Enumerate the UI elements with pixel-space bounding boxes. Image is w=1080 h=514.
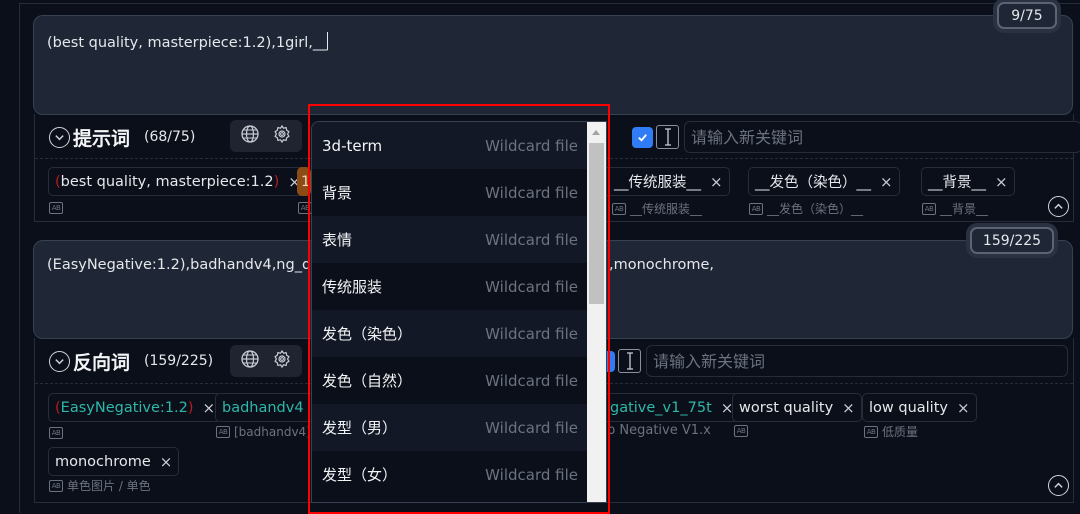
tag-background[interactable]: __背景__ × bbox=[921, 167, 1015, 196]
negative-toolbar bbox=[230, 345, 302, 377]
text-cursor-icon[interactable] bbox=[618, 349, 641, 373]
positive-prompt-textarea[interactable]: (best quality, masterpiece:1.2),1girl,__ bbox=[33, 15, 1073, 115]
close-icon[interactable]: × bbox=[957, 399, 970, 417]
dropdown-item[interactable]: 发型（男） Wildcard file bbox=[312, 404, 589, 451]
negative-panel-header[interactable]: 反向词 (159/225) bbox=[49, 346, 213, 376]
tag-ng-deepnegative[interactable]: gative_v1_75t × bbox=[595, 393, 741, 422]
tag-best-quality[interactable]: (best quality, masterpiece:1.2) × bbox=[48, 167, 308, 196]
negative-token-counter: 159/225 bbox=[970, 227, 1054, 254]
positive-panel-count: (68/75) bbox=[144, 129, 196, 145]
tag-text: gative_v1_75t bbox=[610, 399, 712, 416]
tag-translation: AB bbox=[49, 427, 67, 439]
close-icon[interactable]: × bbox=[710, 173, 723, 191]
ab-icon: AB bbox=[216, 426, 230, 438]
negative-keyword-input[interactable] bbox=[646, 345, 1068, 377]
dropdown-item[interactable]: 传统服装 Wildcard file bbox=[312, 263, 589, 310]
globe-icon[interactable] bbox=[240, 124, 260, 148]
tag-monochrome[interactable]: monochrome × bbox=[48, 447, 180, 476]
dropdown-item[interactable]: 发型（女） Wildcard file bbox=[312, 451, 589, 498]
tag-low-quality[interactable]: low quality × bbox=[862, 393, 977, 422]
wildcard-autocomplete-dropdown: 3d-term Wildcard file 背景 Wildcard file 表情 W… bbox=[311, 121, 607, 503]
negative-keyword-checkbox[interactable] bbox=[607, 350, 615, 372]
ab-icon: AB bbox=[49, 202, 63, 214]
tag-translation: AB __发色（染色）__ bbox=[749, 200, 863, 217]
positive-keyword-checkbox[interactable] bbox=[632, 126, 653, 148]
dropdown-item[interactable]: 发色（染色） Wildcard file bbox=[312, 310, 589, 357]
tag-translation: AB bbox=[49, 202, 67, 214]
tag-translation: AB bbox=[734, 425, 752, 437]
dropdown-scrollbar[interactable] bbox=[587, 122, 606, 502]
tag-translation: p Negative V1.x bbox=[607, 423, 711, 438]
close-icon[interactable]: × bbox=[160, 453, 173, 471]
tag-text: 1 bbox=[301, 173, 311, 190]
ab-icon: AB bbox=[749, 202, 763, 215]
tag-translation: AB 低质量 bbox=[864, 423, 918, 440]
tag-text: EasyNegative:1.2 bbox=[60, 399, 188, 416]
chevron-down-circle-icon[interactable] bbox=[49, 350, 70, 372]
ab-icon: AB bbox=[49, 427, 63, 439]
positive-panel-title: 提示词 bbox=[73, 127, 131, 150]
globe-icon[interactable] bbox=[240, 349, 260, 373]
close-icon[interactable]: × bbox=[995, 173, 1008, 191]
chevron-down-circle-icon[interactable] bbox=[49, 126, 70, 148]
tag-text: __背景__ bbox=[928, 175, 986, 191]
scroll-up-arrow-icon[interactable] bbox=[592, 130, 600, 135]
tag-text: monochrome bbox=[55, 453, 151, 470]
positive-keyword-row bbox=[632, 121, 1080, 153]
gear-icon[interactable] bbox=[272, 124, 292, 148]
positive-keyword-input[interactable] bbox=[684, 121, 1080, 153]
tag-1girl[interactable]: 1 bbox=[297, 167, 311, 196]
tag-text: best quality, masterpiece:1.2 bbox=[60, 173, 274, 190]
tag-text: badhandv4 bbox=[222, 399, 304, 416]
tag-easynegative[interactable]: (EasyNegative:1.2) × bbox=[48, 393, 223, 422]
negative-prompt-text: (EasyNegative:1.2),badhandv4,ng_dee bbox=[47, 257, 329, 273]
dropdown-item[interactable]: 背景 Wildcard file bbox=[312, 169, 589, 216]
negative-keyword-row bbox=[607, 345, 1068, 377]
tag-worst-quality[interactable]: worst quality × bbox=[732, 393, 862, 422]
dropdown-item[interactable]: 3d-term Wildcard file bbox=[312, 122, 589, 169]
close-icon[interactable]: × bbox=[842, 399, 855, 417]
text-cursor-icon[interactable] bbox=[656, 125, 679, 149]
tag-hair-color-dyed[interactable]: __发色（染色）__ × bbox=[748, 167, 900, 196]
ab-icon: AB bbox=[298, 202, 312, 214]
gear-icon[interactable] bbox=[272, 349, 292, 373]
scrollbar-thumb[interactable] bbox=[589, 143, 604, 304]
ab-icon: AB bbox=[49, 479, 63, 492]
negative-panel-title: 反向词 bbox=[73, 351, 131, 374]
close-icon[interactable]: × bbox=[880, 173, 893, 191]
positive-panel-header[interactable]: 提示词 (68/75) bbox=[49, 122, 195, 152]
chevron-up-circle-icon[interactable] bbox=[1048, 196, 1069, 217]
tag-translation: AB __背景__ bbox=[922, 200, 988, 217]
tag-text: worst quality bbox=[739, 399, 834, 416]
chevron-up-circle-icon[interactable] bbox=[1048, 475, 1069, 496]
dropdown-item[interactable]: 表情 Wildcard file bbox=[312, 216, 589, 263]
tag-translation: AB 单色图片 / 单色 bbox=[49, 477, 151, 494]
tag-traditional-clothing[interactable]: __传统服装__ × bbox=[595, 167, 730, 196]
dropdown-item[interactable]: 发色（自然） Wildcard file bbox=[312, 357, 589, 404]
close-icon[interactable]: × bbox=[203, 399, 216, 417]
tag-translation: AB __传统服装__ bbox=[612, 200, 702, 217]
tag-text: __传统服装__ bbox=[614, 175, 701, 191]
tag-text: __发色（染色）__ bbox=[755, 175, 871, 191]
ab-icon: AB bbox=[612, 202, 626, 215]
tag-translation: AB [badhandv4] bbox=[216, 425, 311, 439]
negative-panel-count: (159/225) bbox=[144, 353, 214, 369]
ab-icon: AB bbox=[922, 202, 936, 215]
positive-toolbar bbox=[230, 120, 302, 152]
ab-icon: AB bbox=[734, 425, 748, 437]
positive-prompt-text: (best quality, masterpiece:1.2),1girl,__ bbox=[47, 35, 328, 51]
text-caret bbox=[327, 32, 329, 50]
negative-prompt-text-tail: ,monochrome, bbox=[609, 257, 714, 273]
ab-icon: AB bbox=[864, 425, 878, 438]
tag-text: low quality bbox=[869, 399, 948, 416]
positive-token-counter: 9/75 bbox=[997, 2, 1057, 29]
